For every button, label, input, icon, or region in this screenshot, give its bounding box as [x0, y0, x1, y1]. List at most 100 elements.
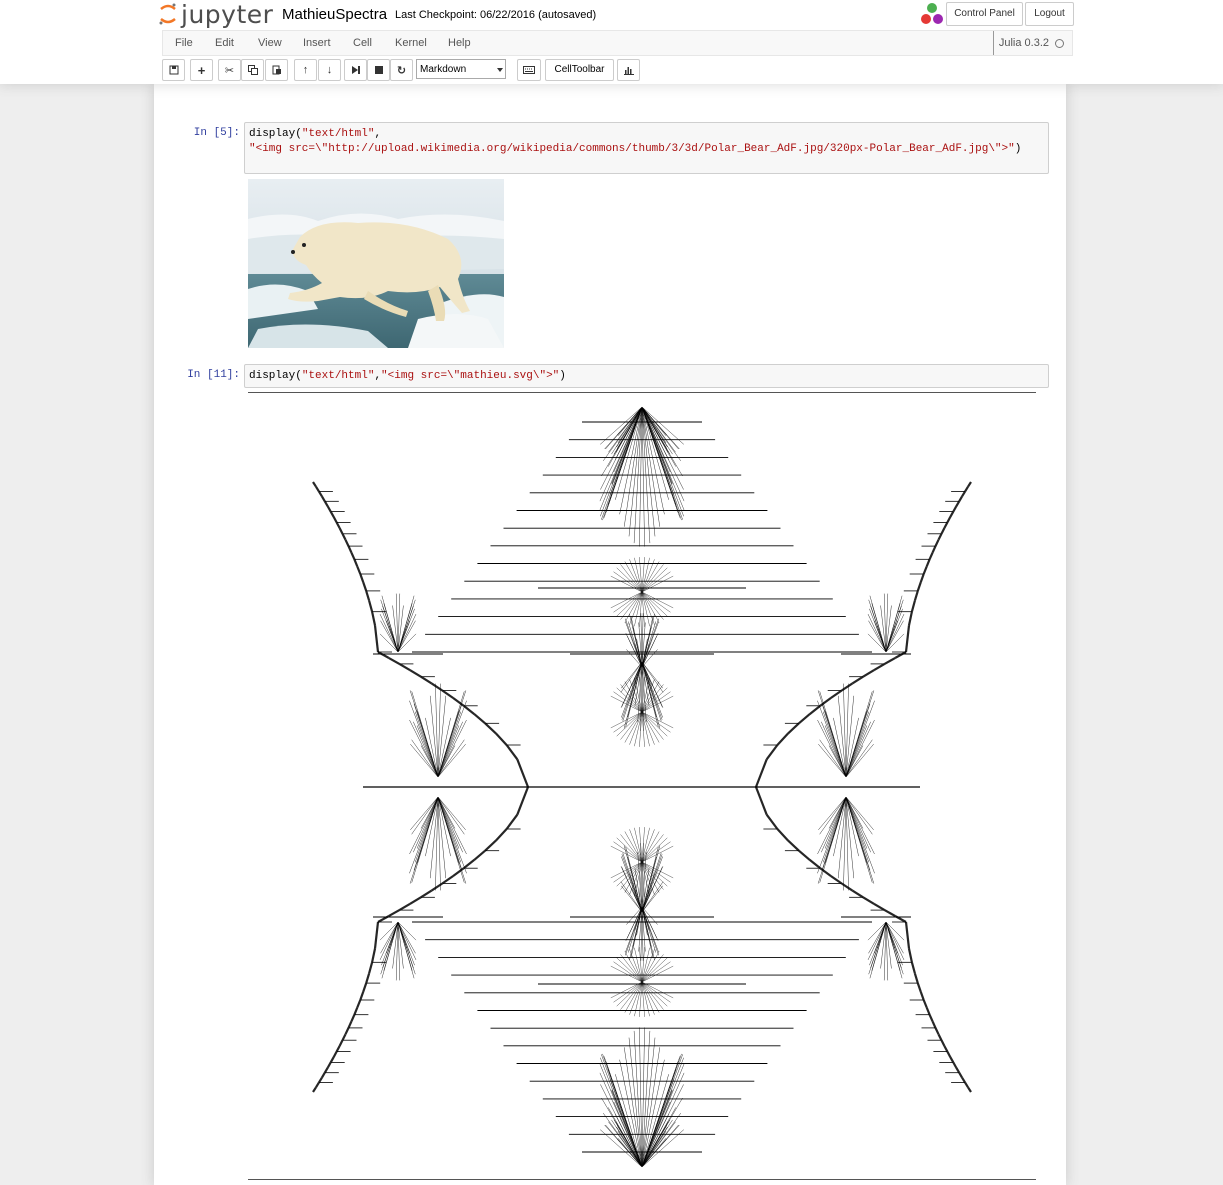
spectrum-line: [484, 722, 497, 735]
move-up-button[interactable]: ↑: [294, 59, 317, 81]
copy-button[interactable]: [241, 59, 264, 81]
interrupt-button[interactable]: [367, 59, 390, 81]
logout-button[interactable]: Logout: [1025, 2, 1074, 26]
spectrum-line: [919, 991, 925, 1001]
cut-button[interactable]: ✂: [218, 59, 241, 81]
spectrum-line: [934, 1027, 940, 1035]
spectrum-line: [359, 991, 365, 1001]
spectrum-line: [373, 921, 380, 949]
menu-file[interactable]: File: [175, 31, 193, 55]
menu-insert[interactable]: Insert: [303, 31, 331, 55]
spectrum-line: [613, 571, 643, 593]
spectrum-line: [613, 861, 643, 883]
spectrum-line: [365, 973, 371, 984]
code-token: display(: [249, 370, 302, 382]
kernel-name: Julia 0.3.2: [998, 37, 1049, 49]
jupyter-logo[interactable]: jupyter: [158, 0, 273, 29]
spectrum-line: [928, 1014, 934, 1022]
spectrum-line: [641, 1089, 673, 1168]
spectrum-line: [776, 828, 789, 842]
spectrum-line: [919, 573, 925, 583]
spectrum-line: [845, 796, 875, 874]
move-down-button[interactable]: ↓: [318, 59, 341, 81]
code-string: "text/html": [301, 128, 375, 140]
spectrum-line: [613, 691, 643, 713]
save-icon: [169, 65, 178, 75]
spectrum-line: [315, 1082, 320, 1088]
spectrum-line: [952, 505, 958, 513]
arrow-down-icon: ↓: [326, 64, 333, 76]
spectrum-line: [437, 711, 462, 778]
celltoolbar-button[interactable]: CellToolbar: [545, 59, 614, 81]
spectrum-line: [516, 758, 530, 788]
chart-button[interactable]: [617, 59, 640, 81]
insert-cell-button[interactable]: +: [190, 59, 213, 81]
scissors-icon: ✂: [224, 64, 235, 77]
menu-help[interactable]: Help: [448, 31, 471, 55]
spectrum-line: [808, 704, 821, 716]
kernel-indicator: Julia 0.3.2: [992, 31, 1064, 55]
menu-edit[interactable]: Edit: [215, 31, 234, 55]
spectrum-line: [641, 406, 669, 500]
spectrum-line: [958, 1072, 964, 1079]
spectrum-line: [884, 656, 896, 665]
spectrum-line: [641, 591, 668, 617]
spectrum-line: [329, 1056, 335, 1063]
spectrum-line: [937, 1033, 943, 1041]
spectrum-line: [441, 875, 454, 885]
spectrum-line: [934, 539, 940, 547]
spectrum-line: [341, 533, 347, 541]
run-cell-button[interactable]: [344, 59, 367, 81]
spectrum-line: [616, 837, 643, 863]
spectrum-line: [817, 700, 847, 778]
save-button[interactable]: [162, 59, 185, 81]
spectrum-line: [626, 635, 643, 668]
command-palette-button[interactable]: [517, 59, 541, 81]
spectrum-line: [599, 406, 643, 502]
spectrum-line: [641, 1074, 669, 1168]
plus-icon: +: [197, 62, 206, 78]
control-panel-button[interactable]: Control Panel: [946, 2, 1023, 26]
spectrum-line: [940, 1039, 946, 1047]
cell-type-select[interactable]: Markdown: [416, 59, 506, 79]
spectrum-line: [776, 732, 789, 746]
spectrum-line: [952, 1061, 958, 1069]
cell-1-input[interactable]: display("text/html", "<img src=\"http://…: [244, 122, 1049, 174]
spectrum-line: [824, 725, 847, 778]
spectrum-line: [641, 881, 664, 913]
spectrum-line: [754, 786, 768, 816]
spectrum-line: [616, 981, 643, 1007]
spectrum-line: [359, 573, 365, 583]
spectrum-line: [398, 902, 411, 912]
spectrum-line: [616, 957, 643, 983]
paste-button[interactable]: [265, 59, 288, 81]
spectrum-line: [362, 982, 368, 993]
spectrum-line: [365, 590, 371, 601]
spectrum-line: [473, 713, 486, 725]
spectrum-line: [641, 1063, 685, 1168]
notebook-name[interactable]: MathieuSpectra: [282, 6, 387, 23]
spectrum-line: [312, 1086, 317, 1093]
spectrum-line: [955, 500, 961, 507]
spectrum-line: [611, 1090, 643, 1168]
cell-1-prompt: In [5]:: [193, 127, 240, 139]
menu-cell[interactable]: Cell: [353, 31, 372, 55]
spectrum-line: [611, 406, 643, 484]
spectrum-line: [787, 839, 800, 852]
restart-button[interactable]: ↻: [390, 59, 413, 81]
menu-kernel[interactable]: Kernel: [395, 31, 427, 55]
bar-chart-icon: [623, 67, 634, 75]
spectrum-line: [641, 406, 685, 511]
notebook-header: jupyter MathieuSpectra Last Checkpoint: …: [0, 0, 1223, 84]
spectrum-line: [338, 1039, 344, 1047]
spectrum-line: [326, 505, 332, 513]
spectrum-line: [413, 721, 439, 778]
spectrum-line: [620, 661, 643, 693]
menu-view[interactable]: View: [258, 31, 282, 55]
spectrum-line: [907, 611, 913, 626]
output-bottom-rule: [248, 1179, 1036, 1180]
cell-2-input[interactable]: display("text/html","<img src=\"mathieu.…: [244, 364, 1049, 388]
spectrum-line: [641, 906, 659, 942]
spectrum-line: [388, 656, 400, 665]
code-token: ): [1014, 143, 1022, 155]
